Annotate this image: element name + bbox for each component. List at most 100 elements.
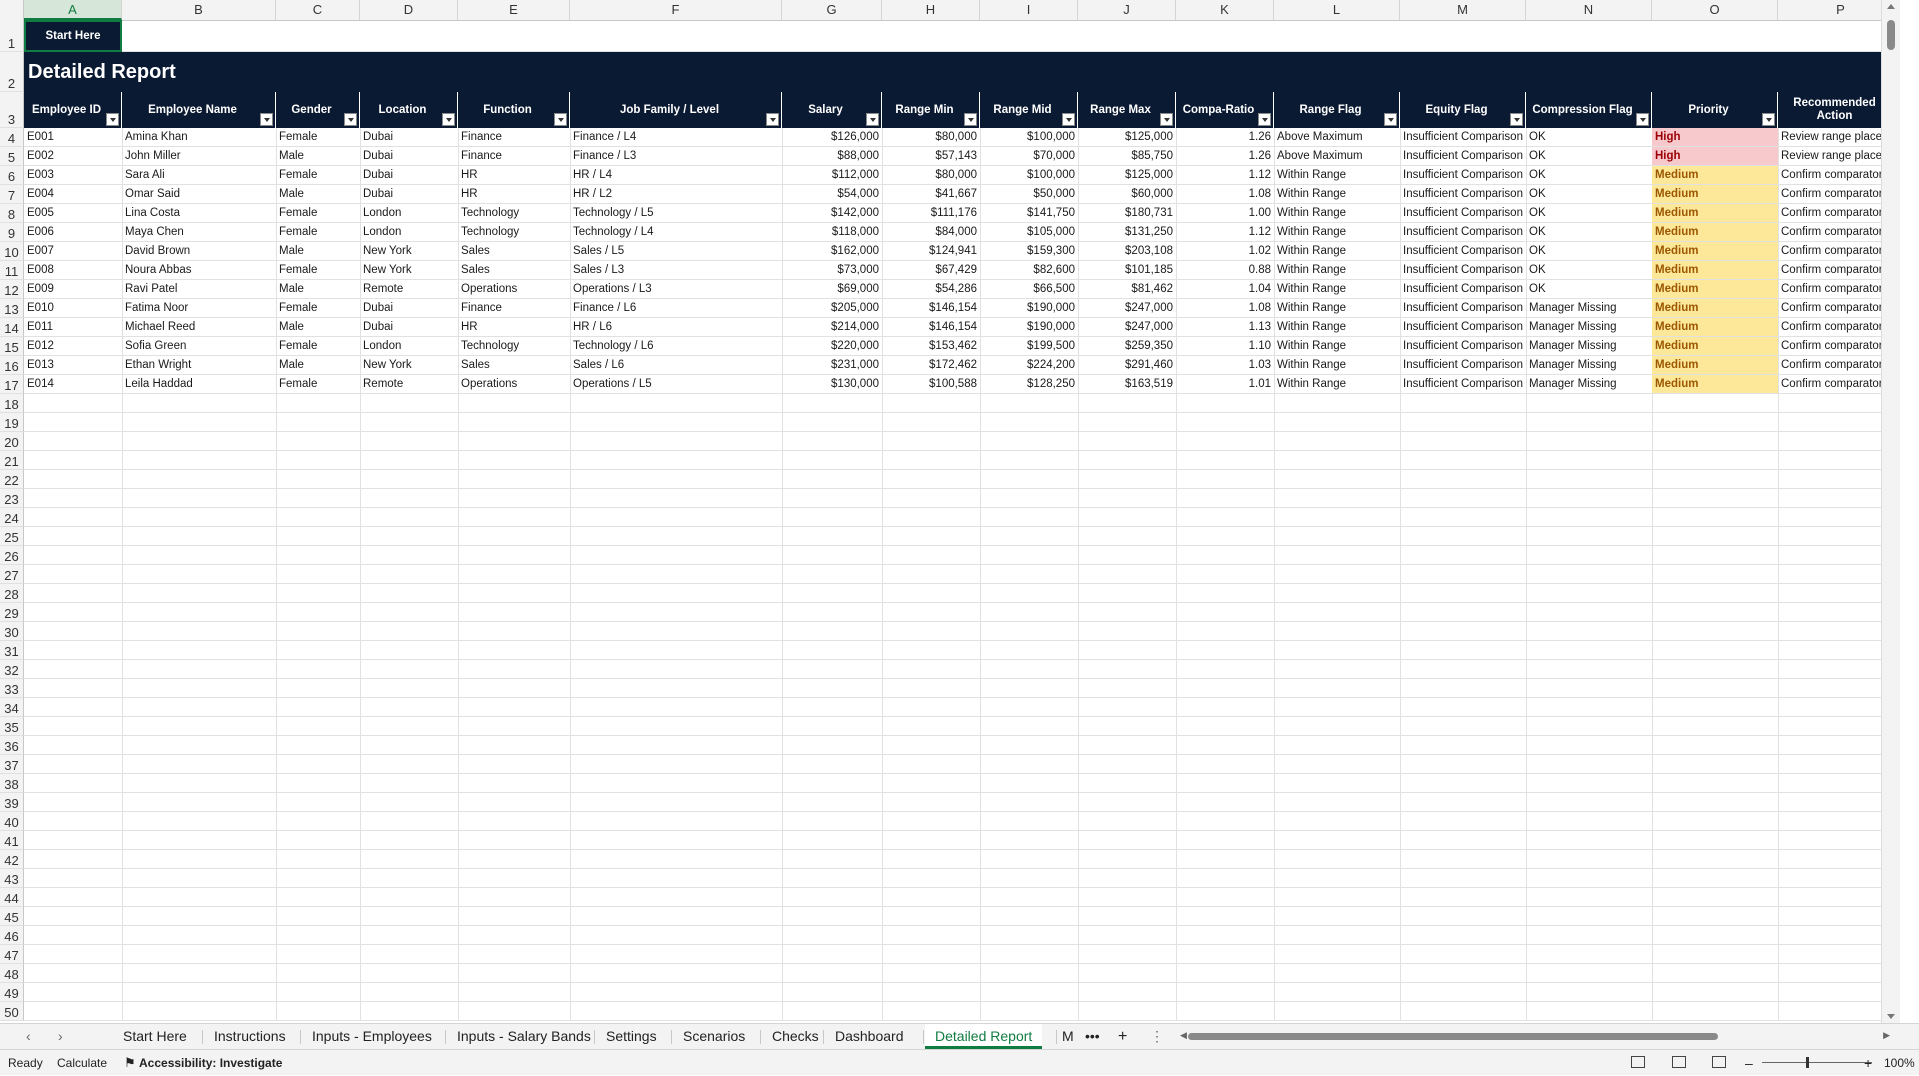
table-cell[interactable]: Male [276, 185, 360, 203]
table-header-cell[interactable]: Compa-Ratio [1176, 92, 1274, 128]
table-cell[interactable]: John Miller [122, 147, 276, 165]
filter-dropdown-icon[interactable] [1062, 113, 1075, 126]
table-cell[interactable]: E006 [24, 223, 122, 241]
table-cell[interactable]: $190,000 [980, 318, 1078, 336]
table-cell[interactable]: Female [276, 261, 360, 279]
table-cell[interactable]: E002 [24, 147, 122, 165]
column-header-j[interactable]: J [1078, 0, 1176, 20]
table-cell[interactable]: $80,000 [882, 128, 980, 146]
table-cell[interactable]: OK [1526, 280, 1652, 298]
row-header-45[interactable]: 45 [0, 907, 24, 926]
table-cell[interactable]: $141,750 [980, 204, 1078, 222]
table-cell[interactable]: Medium [1652, 356, 1778, 374]
row-header-41[interactable]: 41 [0, 831, 24, 850]
table-cell[interactable]: $66,500 [980, 280, 1078, 298]
more-tabs-button[interactable]: ••• [1075, 1024, 1110, 1049]
table-cell[interactable]: Within Range [1274, 242, 1400, 260]
table-cell[interactable]: Dubai [360, 128, 458, 146]
table-cell[interactable]: Maya Chen [122, 223, 276, 241]
table-cell[interactable]: OK [1526, 166, 1652, 184]
table-cell[interactable]: E014 [24, 375, 122, 393]
row-header-42[interactable]: 42 [0, 850, 24, 869]
table-cell[interactable]: $231,000 [782, 356, 882, 374]
table-cell[interactable]: 1.10 [1176, 337, 1274, 355]
row-header-16[interactable]: 16 [0, 356, 24, 375]
table-cell[interactable]: $128,250 [980, 375, 1078, 393]
table-cell[interactable]: $126,000 [782, 128, 882, 146]
cell-grid[interactable]: Start Here Detailed Report Employee ID Empl… [24, 20, 1900, 1021]
table-cell[interactable]: Dubai [360, 147, 458, 165]
table-cell[interactable]: Male [276, 242, 360, 260]
tab-instructions[interactable]: Instructions [204, 1024, 296, 1049]
table-cell[interactable]: E013 [24, 356, 122, 374]
column-header-l[interactable]: L [1274, 0, 1400, 20]
filter-dropdown-icon[interactable] [442, 113, 455, 126]
column-header-e[interactable]: E [458, 0, 570, 20]
table-cell[interactable]: $142,000 [782, 204, 882, 222]
table-cell[interactable]: OK [1526, 204, 1652, 222]
column-header-h[interactable]: H [882, 0, 980, 20]
table-cell[interactable]: HR / L2 [570, 185, 782, 203]
table-cell[interactable]: Technology / L4 [570, 223, 782, 241]
table-cell[interactable]: Omar Said [122, 185, 276, 203]
table-cell[interactable]: Medium [1652, 223, 1778, 241]
table-cell[interactable]: Female [276, 204, 360, 222]
table-cell[interactable]: $205,000 [782, 299, 882, 317]
table-cell[interactable]: Fatima Noor [122, 299, 276, 317]
row-header-43[interactable]: 43 [0, 869, 24, 888]
table-cell[interactable]: Insufficient Comparison [1400, 356, 1526, 374]
filter-dropdown-icon[interactable] [1160, 113, 1173, 126]
table-cell[interactable]: Sales [458, 356, 570, 374]
table-cell[interactable]: London [360, 337, 458, 355]
row-header-21[interactable]: 21 [0, 451, 24, 470]
filter-dropdown-icon[interactable] [1258, 113, 1271, 126]
table-cell[interactable]: Male [276, 280, 360, 298]
table-cell[interactable]: Finance [458, 128, 570, 146]
row-header-50[interactable]: 50 [0, 1002, 24, 1021]
table-cell[interactable]: OK [1526, 242, 1652, 260]
table-cell[interactable]: Female [276, 128, 360, 146]
filter-dropdown-icon[interactable] [1636, 113, 1649, 126]
table-header-cell[interactable]: Job Family / Level [570, 92, 782, 128]
table-cell[interactable]: Above Maximum [1274, 147, 1400, 165]
table-cell[interactable]: 1.12 [1176, 223, 1274, 241]
table-cell[interactable]: 1.08 [1176, 299, 1274, 317]
table-cell[interactable]: Medium [1652, 242, 1778, 260]
row-header-19[interactable]: 19 [0, 413, 24, 432]
page-layout-view-icon[interactable] [1672, 1056, 1686, 1068]
table-cell[interactable]: $190,000 [980, 299, 1078, 317]
page-break-view-icon[interactable] [1712, 1056, 1726, 1068]
table-cell[interactable]: Leila Haddad [122, 375, 276, 393]
table-cell[interactable]: $100,000 [980, 128, 1078, 146]
table-cell[interactable]: $105,000 [980, 223, 1078, 241]
table-cell[interactable]: $54,286 [882, 280, 980, 298]
table-cell[interactable]: Insufficient Comparison [1400, 128, 1526, 146]
table-cell[interactable]: Insufficient Comparison [1400, 147, 1526, 165]
row-header-17[interactable]: 17 [0, 375, 24, 394]
row-header-22[interactable]: 22 [0, 470, 24, 489]
zoom-in-button[interactable]: + [1864, 1050, 1872, 1076]
table-cell[interactable]: 1.02 [1176, 242, 1274, 260]
zoom-slider-thumb[interactable] [1806, 1057, 1809, 1068]
table-header-cell[interactable]: Range Max [1078, 92, 1176, 128]
tab-scenarios[interactable]: Scenarios [673, 1024, 755, 1049]
filter-dropdown-icon[interactable] [260, 113, 273, 126]
filter-dropdown-icon[interactable] [766, 113, 779, 126]
table-cell[interactable]: Remote [360, 280, 458, 298]
table-cell[interactable]: $80,000 [882, 166, 980, 184]
row-header-35[interactable]: 35 [0, 717, 24, 736]
tab-inputs-employees[interactable]: Inputs - Employees [302, 1024, 442, 1049]
tab-settings[interactable]: Settings [596, 1024, 667, 1049]
row-header-36[interactable]: 36 [0, 736, 24, 755]
table-header-cell[interactable]: Location [360, 92, 458, 128]
row-header-3[interactable]: 3 [0, 92, 24, 128]
table-cell[interactable]: Sofia Green [122, 337, 276, 355]
table-cell[interactable]: Female [276, 337, 360, 355]
table-cell[interactable]: E010 [24, 299, 122, 317]
row-header-40[interactable]: 40 [0, 812, 24, 831]
worksheet[interactable]: ABCDEFGHIJKLMNOPQ 1234567891011121314151… [0, 0, 1900, 1023]
row-header-13[interactable]: 13 [0, 299, 24, 318]
row-header-2[interactable]: 2 [0, 52, 24, 92]
zoom-slider[interactable] [1762, 1062, 1872, 1063]
table-header-cell[interactable]: Equity Flag [1400, 92, 1526, 128]
